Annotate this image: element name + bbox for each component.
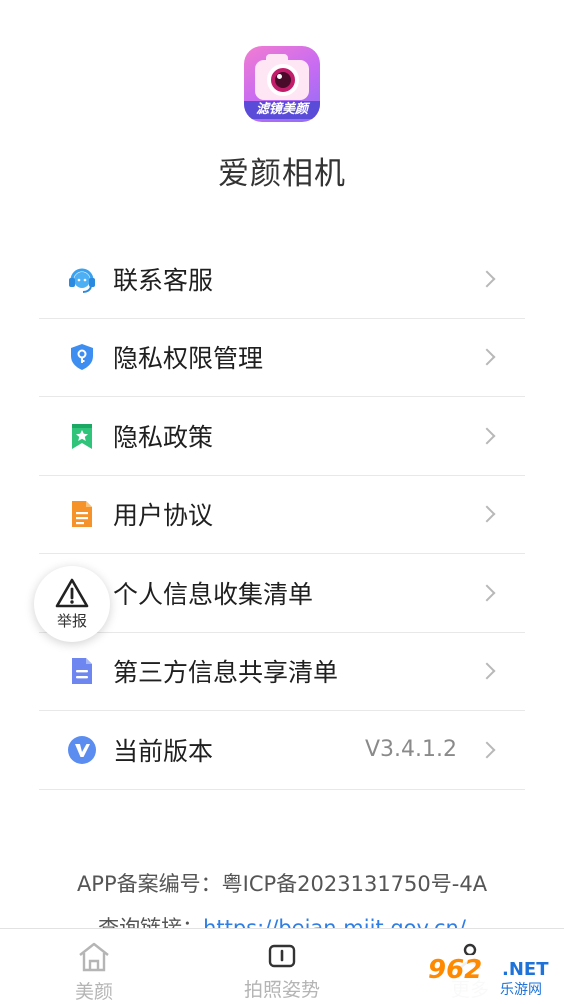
menu-item-label: 当前版本 xyxy=(113,736,214,766)
version-v-icon xyxy=(67,735,97,765)
nav-label: 拍照姿势 xyxy=(243,979,320,1001)
menu-item-label: 联系客服 xyxy=(113,265,214,295)
settings-menu: 联系客服 隐私权限管理 隐私政策 用户协议 个人信息收集清单 第三方信息共享清单… xyxy=(39,240,525,790)
app-logo: 滤镜美颜 xyxy=(244,46,320,122)
bookmark-star-icon xyxy=(67,421,97,451)
watermark-domain: .NET xyxy=(502,959,549,980)
menu-item-current-version[interactable]: 当前版本 V3.4.1.2 xyxy=(39,711,525,790)
nav-tab-beauty[interactable]: 美颜 xyxy=(0,929,188,1004)
chevron-right-icon xyxy=(478,270,496,288)
icp-record-text: APP备案编号：粤ICP备2023131750号-4A xyxy=(76,872,488,896)
watermark-sub: 乐游网 xyxy=(500,982,542,998)
menu-item-third-party-sharing-list[interactable]: 第三方信息共享清单 xyxy=(39,633,525,711)
menu-item-label: 隐私政策 xyxy=(113,422,214,452)
chevron-right-icon xyxy=(478,348,496,366)
nav-tab-photo-poses[interactable]: 拍照姿势 xyxy=(188,929,376,1004)
menu-item-privacy-policy[interactable]: 隐私政策 xyxy=(39,397,525,476)
shield-key-icon xyxy=(67,342,97,372)
version-value: V3.4.1.2 xyxy=(364,737,457,763)
chevron-right-icon xyxy=(478,662,496,680)
menu-item-privacy-permissions[interactable]: 隐私权限管理 xyxy=(39,319,525,397)
menu-item-user-agreement[interactable]: 用户协议 xyxy=(39,476,525,554)
menu-item-label: 隐私权限管理 xyxy=(113,344,264,374)
report-label: 举报 xyxy=(56,611,87,630)
site-watermark: 962 .NET 乐游网 xyxy=(424,955,558,999)
share-doc-icon xyxy=(67,656,97,686)
app-name: 爱颜相机 xyxy=(218,156,346,192)
menu-item-label: 第三方信息共享清单 xyxy=(113,658,339,688)
document-icon xyxy=(67,499,97,529)
chevron-right-icon xyxy=(478,741,496,759)
report-button[interactable]: 举报 xyxy=(34,566,110,642)
chevron-right-icon xyxy=(478,584,496,602)
chevron-right-icon xyxy=(478,505,496,523)
headset-icon xyxy=(67,264,97,294)
chevron-right-icon xyxy=(478,427,496,445)
menu-item-personal-info-list[interactable]: 个人信息收集清单 xyxy=(39,554,525,633)
home-icon xyxy=(79,942,109,972)
camera-lens-glint xyxy=(277,74,282,79)
menu-item-customer-service[interactable]: 联系客服 xyxy=(39,240,525,319)
watermark-number: 962 xyxy=(428,955,483,985)
warning-triangle-icon xyxy=(55,578,89,607)
logo-text: 滤镜美颜 xyxy=(244,101,320,119)
menu-item-label: 个人信息收集清单 xyxy=(113,579,314,609)
pose-icon xyxy=(268,944,296,968)
menu-item-label: 用户协议 xyxy=(113,501,214,531)
nav-label: 美颜 xyxy=(74,981,113,1003)
